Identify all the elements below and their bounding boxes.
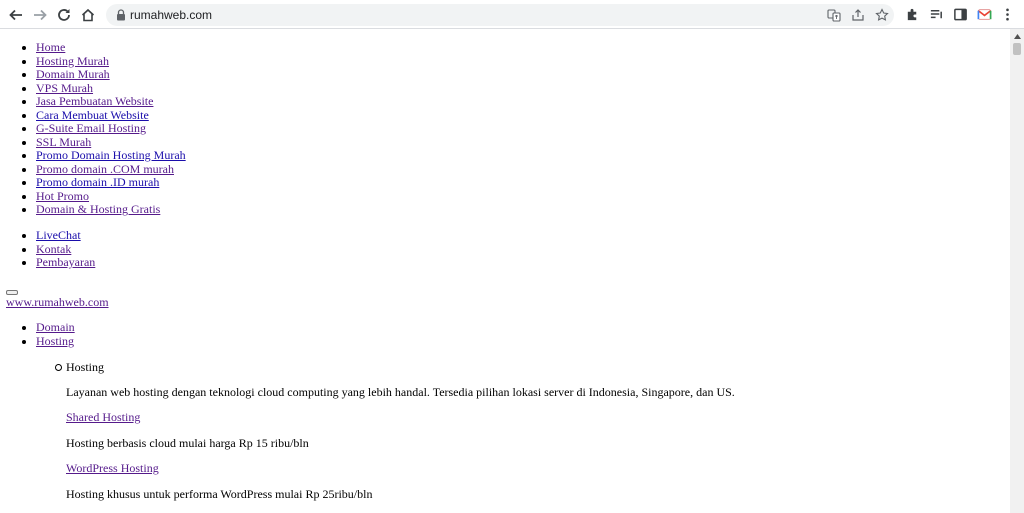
star-icon (875, 8, 889, 21)
submenu-description: Layanan web hosting dengan teknologi clo… (66, 385, 735, 399)
side-panel-icon (953, 8, 967, 20)
forward-button[interactable] (29, 4, 51, 26)
nav-link-domain-hosting-gratis[interactable]: Domain & Hosting Gratis (36, 202, 160, 216)
side-panel-button[interactable] (951, 5, 969, 23)
share-button[interactable] (850, 7, 866, 23)
vertical-scrollbar[interactable] (1010, 29, 1024, 513)
nav-link-domain-murah[interactable]: Domain Murah (36, 67, 110, 81)
extensions-button[interactable] (903, 5, 921, 23)
reload-button[interactable] (53, 4, 75, 26)
nav-link-vps-murah[interactable]: VPS Murah (36, 81, 93, 95)
nav-link-home[interactable]: Home (36, 40, 65, 54)
arrow-left-icon (9, 9, 22, 21)
url-text: rumahweb.com (130, 8, 213, 22)
home-icon (81, 8, 95, 22)
bookmark-button[interactable] (874, 7, 890, 23)
menu-button[interactable] (998, 5, 1016, 23)
nav-item: Home (36, 40, 636, 55)
nav-item: Hot Promo (36, 189, 636, 204)
site-home-link[interactable]: www.rumahweb.com (6, 295, 109, 309)
nav-link-pembayaran[interactable]: Pembayaran (36, 255, 95, 269)
nav-item: SSL Murah (36, 135, 636, 150)
top-nav-list: Home Hosting Murah Domain Murah VPS Mura… (0, 40, 636, 217)
nav-link-promo-id[interactable]: Promo domain .ID murah (36, 175, 159, 189)
secondary-nav-list: LiveChat Kontak Pembayaran (0, 228, 636, 270)
translate-icon (827, 9, 841, 22)
gmail-extension[interactable] (975, 5, 993, 23)
wordpress-hosting-description: Hosting khusus untuk performa WordPress … (66, 487, 373, 501)
nav-link-promo-domain-hosting[interactable]: Promo Domain Hosting Murah (36, 148, 186, 162)
page-content: Home Hosting Murah Domain Murah VPS Mura… (0, 29, 1010, 513)
nav-link-hot-promo[interactable]: Hot Promo (36, 189, 89, 203)
reading-list-button[interactable] (927, 5, 945, 23)
back-button[interactable] (5, 4, 27, 26)
reading-list-icon (930, 9, 942, 18)
arrow-right-icon (34, 9, 47, 21)
main-menu-item: Hosting (36, 334, 636, 349)
nav-item: Promo domain .COM murah (36, 162, 636, 177)
nav-link-cara-membuat-website[interactable]: Cara Membuat Website (36, 108, 149, 122)
lock-icon (117, 9, 125, 21)
nav-link-promo-com[interactable]: Promo domain .COM murah (36, 162, 174, 176)
main-menu-list: Domain Hosting (0, 320, 636, 349)
nav-item: G-Suite Email Hosting (36, 121, 636, 136)
menu-link-hosting[interactable]: Hosting (36, 334, 74, 348)
address-bar[interactable]: rumahweb.com (106, 4, 894, 26)
nav-item: Promo domain .ID murah (36, 175, 636, 190)
nav-item: Domain & Hosting Gratis (36, 202, 636, 217)
nav-link-hosting-murah[interactable]: Hosting Murah (36, 54, 109, 68)
nav-link-livechat[interactable]: LiveChat (36, 228, 81, 242)
home-button[interactable] (77, 4, 99, 26)
nav-item: Pembayaran (36, 255, 636, 270)
shared-hosting-link[interactable]: Shared Hosting (66, 410, 140, 424)
nav-item: Kontak (36, 242, 636, 257)
translate-button[interactable] (826, 7, 842, 23)
nav-item: VPS Murah (36, 81, 636, 96)
nav-item: LiveChat (36, 228, 636, 243)
scroll-thumb[interactable] (1013, 43, 1021, 55)
kebab-menu-icon (1005, 8, 1009, 20)
circle-bullet-icon (55, 364, 62, 371)
main-menu-item: Domain (36, 320, 636, 335)
share-icon (852, 9, 864, 21)
nav-item: Cara Membuat Website (36, 108, 636, 123)
nav-link-ssl-murah[interactable]: SSL Murah (36, 135, 91, 149)
submenu-heading: Hosting (66, 360, 105, 374)
nav-item: Promo Domain Hosting Murah (36, 148, 636, 163)
caret-up-icon (1013, 33, 1021, 39)
puzzle-icon (907, 8, 916, 20)
nav-link-kontak[interactable]: Kontak (36, 242, 71, 256)
scroll-up-button[interactable] (1010, 29, 1024, 43)
nav-item: Jasa Pembuatan Website (36, 94, 636, 109)
reload-icon (58, 9, 70, 21)
wordpress-hosting-link[interactable]: WordPress Hosting (66, 461, 159, 475)
shared-hosting-description: Hosting berbasis cloud mulai harga Rp 15… (66, 436, 309, 450)
gmail-icon (977, 9, 991, 19)
menu-link-domain[interactable]: Domain (36, 320, 75, 334)
nav-item: Hosting Murah (36, 54, 636, 69)
browser-toolbar: rumahweb.com (0, 0, 1024, 29)
nav-link-jasa-pembuatan-website[interactable]: Jasa Pembuatan Website (36, 94, 153, 108)
nav-link-gsuite[interactable]: G-Suite Email Hosting (36, 121, 146, 135)
nav-item: Domain Murah (36, 67, 636, 82)
